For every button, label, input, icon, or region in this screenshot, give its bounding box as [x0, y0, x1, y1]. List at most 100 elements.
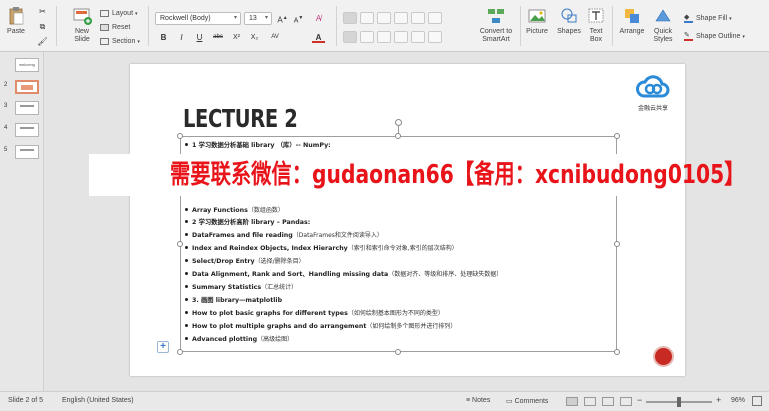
company-logo: 金融云共享	[633, 74, 673, 114]
resize-handle[interactable]	[614, 133, 620, 139]
smartart-icon	[488, 9, 504, 23]
resize-handle[interactable]	[614, 349, 620, 355]
text-box-icon	[588, 8, 604, 23]
bold-button[interactable]: B	[157, 31, 170, 44]
text-direction-button[interactable]	[411, 31, 425, 43]
text-color-button[interactable]: A	[312, 31, 325, 43]
thumbnail-slide-1[interactable]: welcomg	[15, 58, 39, 72]
cut-icon[interactable]: ✂	[36, 5, 49, 18]
quick-styles-icon	[655, 9, 671, 22]
italic-button[interactable]: I	[175, 31, 188, 44]
grow-font-button[interactable]: A▲	[276, 12, 289, 25]
slide-canvas: LECTURE 2 金融云共享 1 学习数据分析基础 library （库）--…	[44, 52, 769, 391]
justify-button[interactable]	[394, 31, 408, 43]
align-right-button[interactable]	[377, 31, 391, 43]
comments-button[interactable]: ▭ Comments	[506, 397, 548, 405]
section-button[interactable]: Section ▾	[100, 38, 140, 45]
character-spacing-button[interactable]: AV	[266, 31, 284, 44]
record-button[interactable]	[653, 346, 674, 367]
resize-handle[interactable]	[395, 133, 401, 139]
list-item: Select/Drop Entry（选择/删除条目）	[185, 256, 305, 265]
list-item: DataFrames and file reading（DataFrames和文…	[185, 230, 383, 239]
thumbnail-slide-3[interactable]	[15, 101, 39, 115]
slide[interactable]: LECTURE 2 金融云共享 1 学习数据分析基础 library （库）--…	[130, 64, 685, 376]
convert-smartart-button[interactable]: Convert to SmartArt	[474, 6, 518, 44]
notes-button[interactable]: ≡ Notes	[466, 397, 490, 404]
clear-format-button[interactable]: A̸	[312, 12, 325, 25]
slide-sorter-button[interactable]	[584, 397, 596, 406]
list-item: 3. 画图 library—matplotlib	[185, 295, 282, 304]
resize-handle[interactable]	[395, 349, 401, 355]
decrease-indent-button[interactable]	[377, 12, 391, 24]
slide-title[interactable]: LECTURE 2	[183, 104, 298, 133]
bullets-button[interactable]	[343, 12, 357, 24]
list-item: How to plot multiple graphs and do arran…	[185, 321, 456, 330]
font-size-select[interactable]: 13 ▾	[244, 12, 272, 25]
quick-styles-button[interactable]: Quick Styles	[650, 6, 676, 44]
list-item: Data Alignment, Rank and Sort、Handling m…	[185, 269, 502, 278]
layout-button[interactable]: Layout ▾	[100, 10, 138, 17]
new-slide-label: New Slide	[74, 28, 90, 43]
language-indicator[interactable]: English (United States)	[62, 397, 134, 404]
new-slide-button[interactable]: New Slide	[70, 6, 94, 44]
reset-button[interactable]: Reset	[100, 24, 130, 31]
ribbon: Paste ✂ ⧉ 🖌 New Slide Layout ▾ Reset Sect…	[0, 0, 769, 52]
columns-button[interactable]	[428, 12, 442, 24]
shape-fill-button[interactable]: ◆ Shape Fill ▾	[684, 14, 732, 23]
thumbnail-number: 3	[4, 103, 8, 109]
shapes-icon	[561, 8, 577, 23]
line-spacing-button[interactable]	[411, 12, 425, 24]
resize-handle[interactable]	[614, 241, 620, 247]
thumbnail-number: 2	[4, 82, 8, 88]
zoom-level[interactable]: 96%	[731, 397, 745, 404]
arrange-icon	[625, 9, 639, 23]
resize-handle[interactable]	[177, 349, 183, 355]
status-bar: Slide 2 of 5 English (United States) ≡ N…	[0, 391, 769, 411]
superscript-button[interactable]: X²	[230, 31, 243, 44]
comment-icon: ▭	[506, 398, 515, 405]
picture-button[interactable]: Picture	[524, 6, 550, 36]
paint-bucket-icon: ◆	[684, 14, 693, 23]
zoom-out-button[interactable]: −	[637, 395, 642, 405]
subscript-button[interactable]: X₂	[248, 31, 261, 44]
paste-button[interactable]: Paste	[4, 6, 28, 36]
shrink-font-button[interactable]: A▼	[292, 12, 305, 25]
zoom-slider-thumb[interactable]	[677, 397, 681, 407]
align-text-button[interactable]	[428, 31, 442, 43]
reading-view-button[interactable]	[602, 397, 614, 406]
zoom-in-button[interactable]: +	[716, 395, 721, 405]
list-item: Array Functions（数组函数）	[185, 205, 284, 214]
thumbnail-slide-2[interactable]	[15, 80, 39, 94]
paste-icon	[9, 7, 24, 25]
fit-slide-icon[interactable]	[752, 396, 762, 406]
shape-outline-button[interactable]: ✎ Shape Outline ▾	[684, 32, 745, 41]
format-painter-icon[interactable]: 🖌	[36, 35, 49, 48]
copy-icon[interactable]: ⧉	[36, 20, 49, 33]
increase-indent-button[interactable]	[394, 12, 408, 24]
list-item: How to plot basic graphs for different t…	[185, 308, 444, 317]
thumbnail-number: 5	[4, 147, 8, 153]
resize-handle[interactable]	[177, 241, 183, 247]
arrange-button[interactable]: Arrange	[618, 6, 646, 36]
align-center-button[interactable]	[360, 31, 374, 43]
shapes-button[interactable]: Shapes	[556, 6, 582, 36]
paste-label: Paste	[7, 28, 25, 35]
slide-thumbnails-pane: welcomg 2 3 4 5 1	[0, 52, 44, 391]
normal-view-button[interactable]	[566, 397, 578, 406]
font-name-select[interactable]: Rockwell (Body) ▾	[155, 12, 241, 25]
watermark-banner: 需要联系微信：gudaonan66【备用：xcnibudong0105】	[89, 154, 745, 196]
section-icon	[100, 38, 109, 45]
slideshow-button[interactable]	[620, 397, 632, 406]
list-item: 2 学习数据分析高阶 library – Pandas:	[185, 217, 310, 226]
align-left-button[interactable]	[343, 31, 357, 43]
add-content-button[interactable]: +	[157, 341, 169, 353]
thumbnail-slide-5[interactable]	[15, 145, 39, 159]
rotate-handle[interactable]	[395, 119, 402, 126]
resize-handle[interactable]	[177, 133, 183, 139]
list-item: Summary Statistics（汇总统计）	[185, 282, 297, 291]
numbering-button[interactable]	[360, 12, 374, 24]
text-box-button[interactable]: Text Box	[586, 6, 606, 44]
thumbnail-slide-4[interactable]	[15, 123, 39, 137]
underline-button[interactable]: U	[193, 31, 206, 44]
strikethrough-button[interactable]: abc	[210, 31, 226, 44]
